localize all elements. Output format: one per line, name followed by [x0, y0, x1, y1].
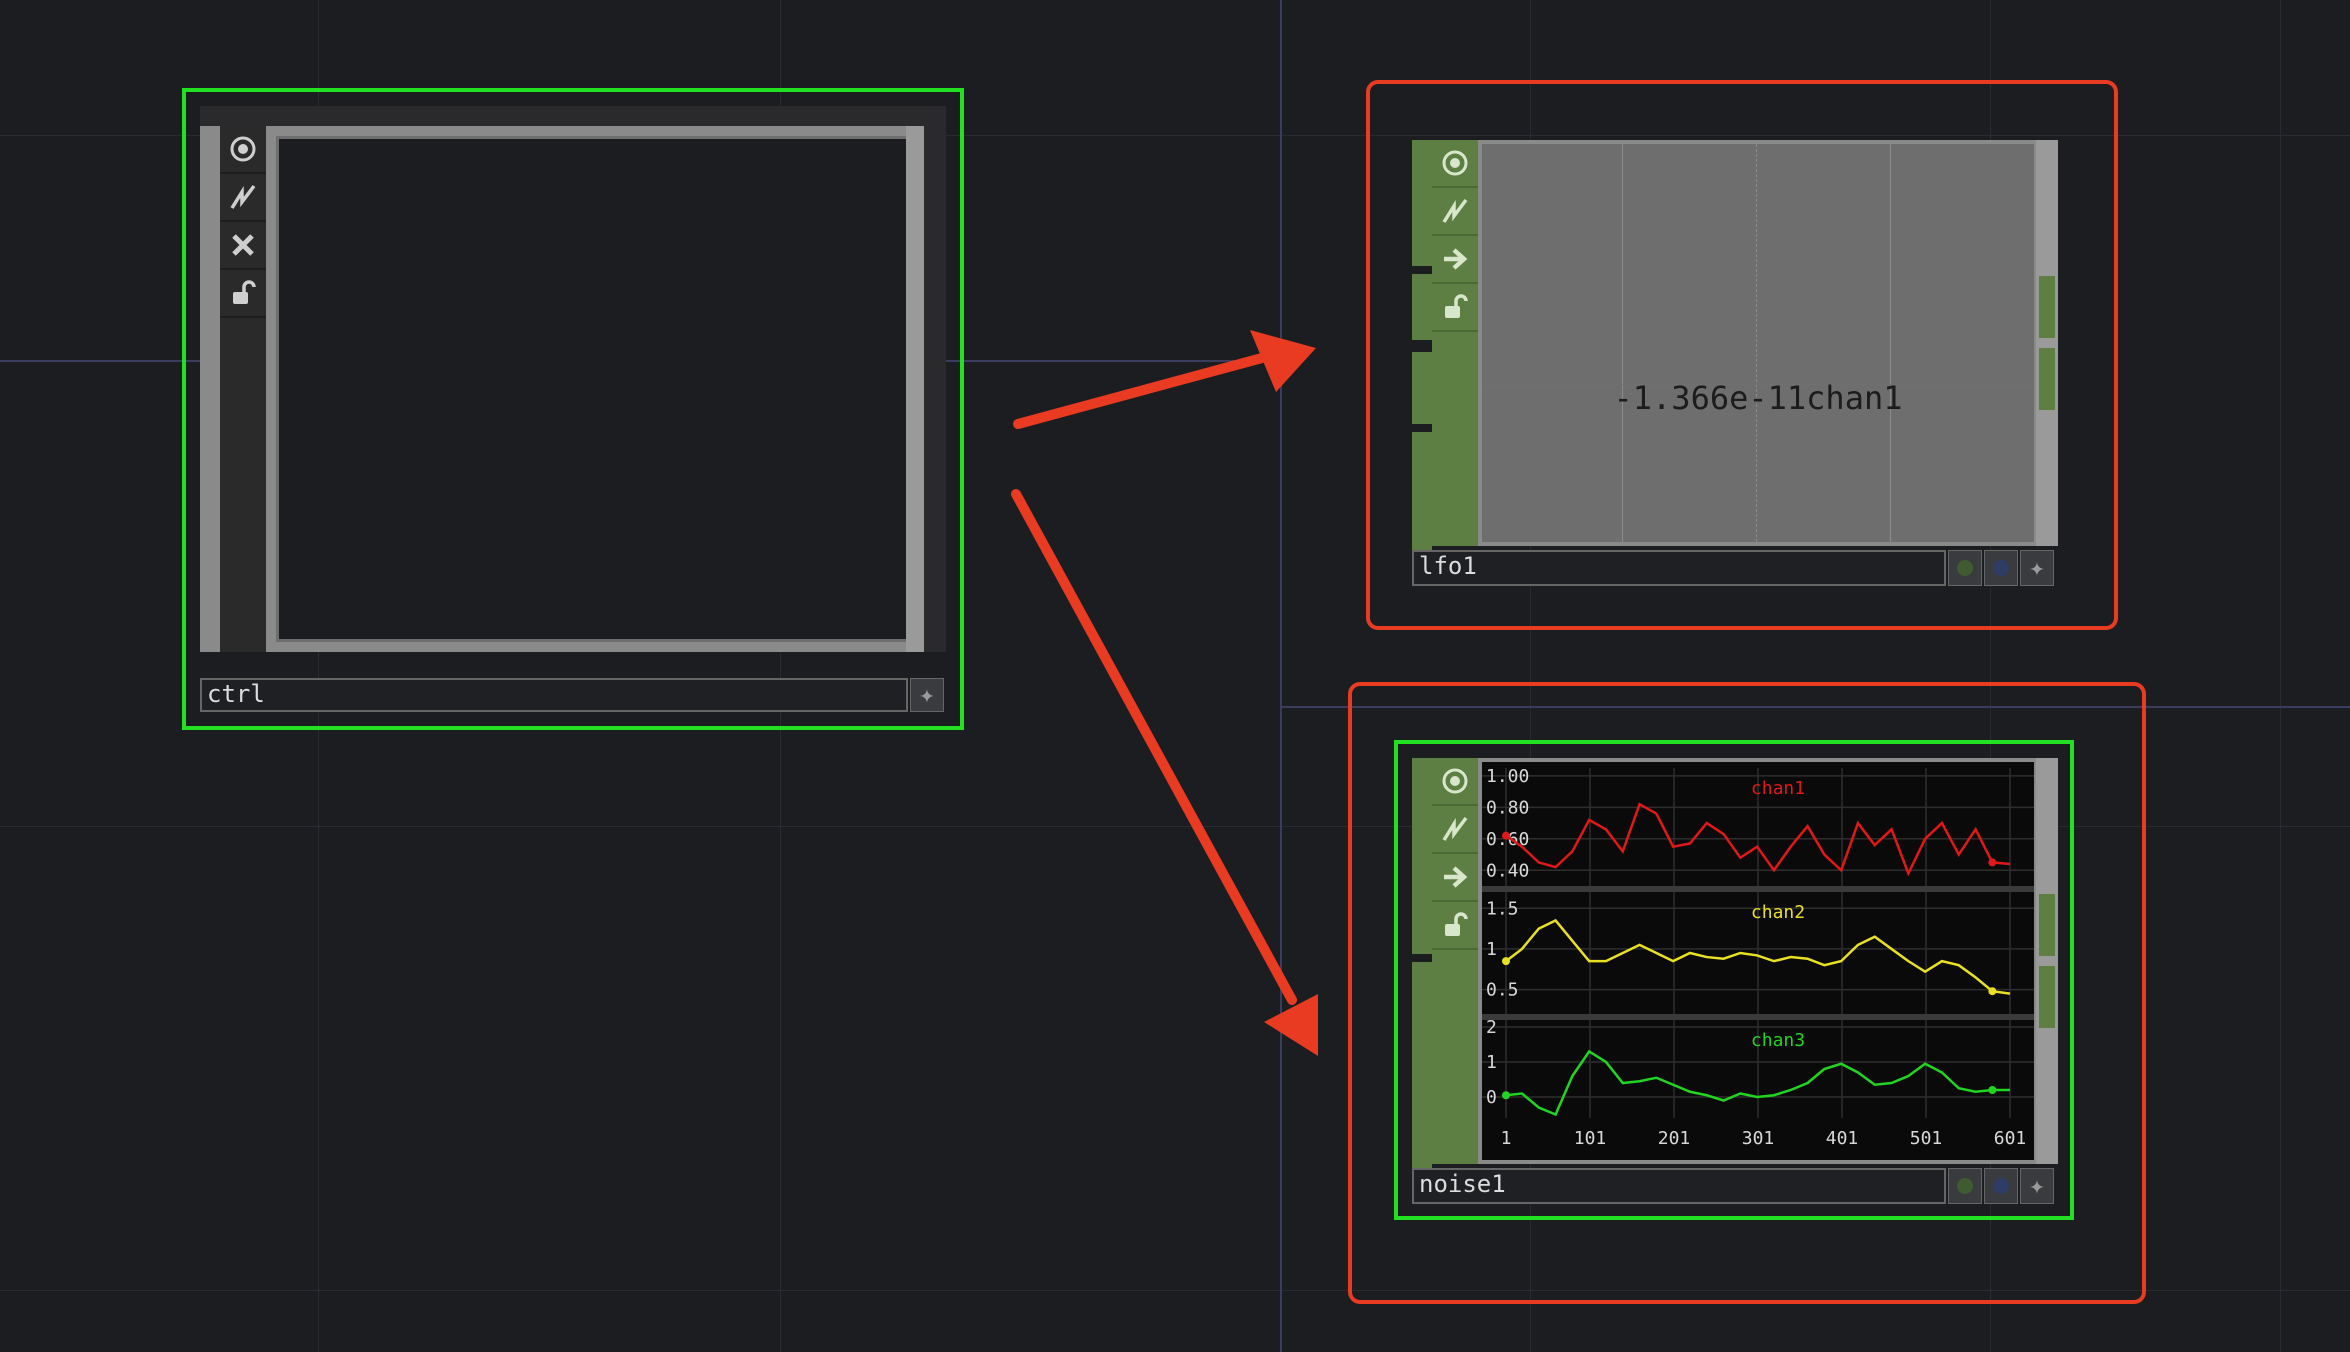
arrow-to-lfo1	[1013, 353, 1267, 429]
annotation-arrows	[1011, 330, 1318, 1056]
arrow-to-noise1	[1011, 489, 1297, 1005]
